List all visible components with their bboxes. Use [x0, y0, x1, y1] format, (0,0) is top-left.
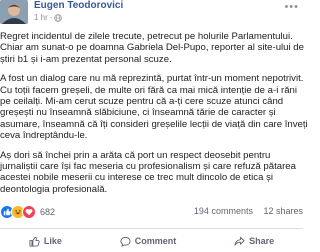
post-meta: 1 hr · [34, 13, 63, 23]
reaction-count: 682 [40, 207, 56, 217]
post-paragraph: Aș dori să închei prin a arăta că port u… [0, 150, 303, 196]
like-label: Like [43, 236, 62, 246]
post-line: pe ceilalți. Mi-am cerut scuze pentru că… [0, 96, 284, 108]
post-text: Regret incidentul de zilele trecute, pet… [0, 31, 308, 203]
share-button[interactable]: Share [234, 236, 274, 247]
globe-icon [54, 14, 63, 22]
post-paragraph: A fost un dialog care nu mă reprezintă, … [0, 73, 308, 142]
post-footer: 682 194 comments 12 shares [0, 205, 303, 221]
comments-count[interactable]: 194 comments [194, 206, 253, 216]
author-name[interactable]: Eugen Teodorovici [34, 0, 123, 12]
post-line: Aș dori să închei prin a arăta că port u… [0, 149, 271, 161]
shares-count[interactable]: 12 shares [263, 206, 303, 216]
comment-button[interactable]: Comment [120, 236, 177, 247]
more-options-icon[interactable]: ••• [284, 2, 299, 13]
action-bar: Like Comment Share [0, 232, 303, 250]
comment-label: Comment [134, 236, 177, 246]
engagement-counts: 194 comments 12 shares [186, 206, 303, 216]
avatar[interactable] [0, 0, 28, 24]
post-line: știri b1 și i-am prezentat personal scuz… [0, 53, 172, 65]
post-line: jurnaliștii care își fac meseria cu prof… [0, 161, 296, 173]
thumbs-up-icon [29, 236, 40, 247]
post-line: deontologia profesională. [0, 183, 108, 195]
divider [0, 228, 303, 229]
post-line: Chiar am sunat-o pe doamna Gabriela Del-… [0, 42, 304, 54]
post-line: Regret incidentul de zilele trecute, pet… [0, 31, 293, 42]
comment-icon [120, 236, 131, 247]
post-line: A fost un dialog care nu mă reprezintă, … [0, 73, 304, 85]
like-button[interactable]: Like [29, 236, 62, 247]
share-label: Share [249, 236, 275, 246]
post-line: ceva îndreptându-le. [0, 130, 88, 142]
post-line: acestei nobile meserii cu interese ce tr… [0, 172, 274, 184]
post-header: Eugen Teodorovici 1 hr · ••• [0, 0, 303, 26]
post-time[interactable]: 1 hr [34, 13, 48, 23]
love-reaction-icon [22, 205, 36, 219]
reactions-summary[interactable]: 682 [0, 205, 55, 219]
post-paragraph: Regret incidentul de zilele trecute, pet… [0, 31, 304, 65]
post-line: Cu toții facem greșeli, de multe ori făr… [0, 84, 297, 96]
share-icon [234, 236, 245, 246]
post-line: greșești nu înseamnă slăbiciune, ci înse… [0, 107, 276, 119]
post-line: asumare, înseamnă că îți consideri greșe… [0, 118, 308, 130]
